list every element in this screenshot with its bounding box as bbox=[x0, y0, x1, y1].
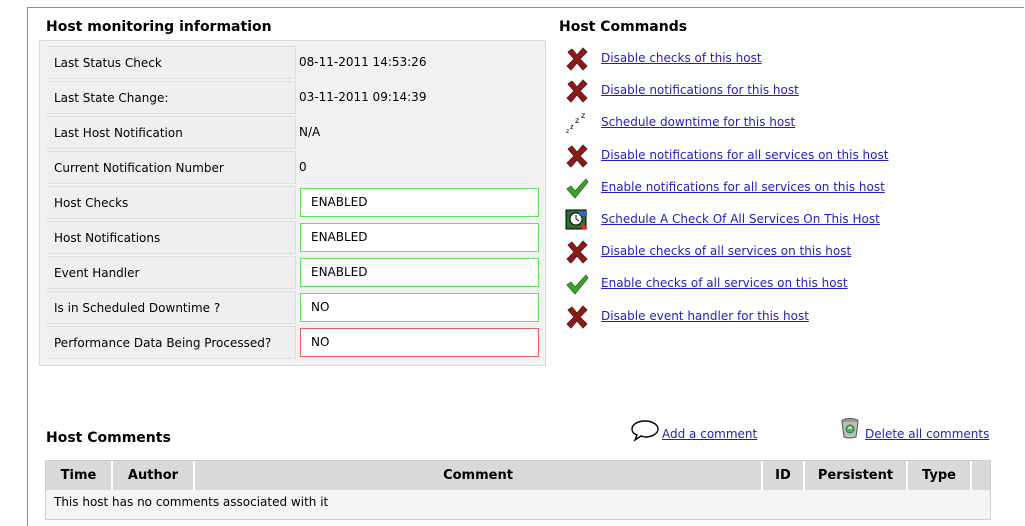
monitoring-row: Host Notifications ENABLED bbox=[40, 221, 545, 254]
command-link[interactable]: Schedule downtime for this host bbox=[601, 115, 795, 129]
sleep-zzz-icon[interactable]: zzzz bbox=[565, 111, 589, 135]
monitoring-row-value: NO bbox=[300, 328, 539, 357]
column-header-id[interactable]: ID bbox=[763, 461, 805, 490]
monitoring-row-value: 0 bbox=[299, 160, 307, 174]
command-link[interactable]: Disable checks of all services on this h… bbox=[601, 244, 851, 258]
svg-text:z: z bbox=[566, 128, 569, 135]
monitoring-table: Last Status Check 08-11-2011 14:53:26 Last… bbox=[39, 40, 546, 366]
red-x-icon[interactable] bbox=[565, 144, 589, 168]
command-item[interactable]: Disable checks of all services on this h… bbox=[565, 240, 985, 264]
monitoring-row: Last Status Check 08-11-2011 14:53:26 bbox=[40, 46, 545, 79]
command-item[interactable]: Disable notifications for this host bbox=[565, 79, 985, 103]
monitoring-row: Host Checks ENABLED bbox=[40, 186, 545, 219]
trash-icon[interactable] bbox=[838, 416, 862, 440]
column-header-type[interactable]: Type bbox=[908, 461, 972, 490]
command-link[interactable]: Schedule A Check Of All Services On This… bbox=[601, 212, 880, 226]
command-link[interactable]: Disable notifications for all services o… bbox=[601, 148, 888, 162]
green-check-icon[interactable] bbox=[565, 272, 589, 296]
green-check-icon[interactable] bbox=[565, 176, 589, 200]
monitoring-row: Event Handler ENABLED bbox=[40, 256, 545, 289]
no-comments-message: This host has no comments associated wit… bbox=[54, 495, 329, 509]
command-link[interactable]: Disable notifications for this host bbox=[601, 83, 799, 97]
monitoring-row-label: Current Notification Number bbox=[47, 151, 296, 184]
monitoring-row-label: Host Notifications bbox=[47, 221, 296, 254]
column-header-spacer bbox=[972, 461, 990, 490]
monitoring-row-value: 03-11-2011 09:14:39 bbox=[299, 90, 427, 104]
monitoring-row-value: ENABLED bbox=[300, 223, 539, 252]
column-header-persistent[interactable]: Persistent bbox=[805, 461, 908, 490]
monitoring-row-label: Event Handler bbox=[47, 256, 296, 289]
monitoring-row: Last Host Notification N/A bbox=[40, 116, 545, 149]
delete-all-comments-link[interactable]: Delete all comments bbox=[865, 427, 989, 441]
svg-text:z: z bbox=[575, 116, 579, 125]
commands-title: Host Commands bbox=[559, 19, 688, 35]
monitoring-row: Is in Scheduled Downtime ? NO bbox=[40, 291, 545, 324]
red-x-icon[interactable] bbox=[565, 240, 589, 264]
monitoring-row-value: 08-11-2011 14:53:26 bbox=[299, 55, 427, 69]
comments-title: Host Comments bbox=[46, 430, 171, 446]
command-link[interactable]: Disable event handler for this host bbox=[601, 309, 809, 323]
command-item[interactable]: Schedule A Check Of All Services On This… bbox=[565, 208, 985, 232]
monitoring-row-value: ENABLED bbox=[300, 258, 539, 287]
monitoring-row-value: NO bbox=[300, 293, 539, 322]
red-x-icon[interactable] bbox=[565, 47, 589, 71]
monitoring-row-value: N/A bbox=[299, 125, 321, 139]
command-link[interactable]: Enable notifications for all services on… bbox=[601, 180, 885, 194]
monitoring-row-label: Host Checks bbox=[47, 186, 296, 219]
command-link[interactable]: Enable checks of all services on this ho… bbox=[601, 276, 848, 290]
command-item[interactable]: z z z z Schedule downtime for this host bbox=[565, 111, 985, 135]
monitoring-row: Last State Change: 03-11-2011 09:14:39 bbox=[40, 81, 545, 114]
monitoring-row-label: Last State Change: bbox=[47, 81, 296, 114]
monitoring-row: Current Notification Number 0 bbox=[40, 151, 545, 184]
red-x-icon[interactable] bbox=[565, 79, 589, 103]
monitoring-row-value: ENABLED bbox=[300, 188, 539, 217]
monitoring-row-label: Performance Data Being Processed? bbox=[47, 326, 296, 359]
monitoring-row-label: Is in Scheduled Downtime ? bbox=[47, 291, 296, 324]
command-item[interactable]: Disable notifications for all services o… bbox=[565, 144, 985, 168]
red-x-icon[interactable] bbox=[565, 305, 589, 329]
command-item[interactable]: Disable event handler for this host bbox=[565, 305, 985, 329]
monitoring-title: Host monitoring information bbox=[46, 19, 272, 35]
svg-text:z: z bbox=[570, 123, 574, 131]
add-comment-link[interactable]: Add a comment bbox=[662, 427, 757, 441]
column-header-comment[interactable]: Comment bbox=[195, 461, 763, 490]
monitoring-row-label: Last Host Notification bbox=[47, 116, 296, 149]
command-item[interactable]: Disable checks of this host bbox=[565, 47, 985, 71]
comments-table: Time Author Comment ID Persistent Type T… bbox=[45, 460, 991, 520]
monitoring-row-label: Last Status Check bbox=[47, 46, 296, 79]
command-item[interactable]: Enable notifications for all services on… bbox=[565, 176, 985, 200]
monitoring-row: Performance Data Being Processed? NO bbox=[40, 326, 545, 359]
command-link[interactable]: Disable checks of this host bbox=[601, 51, 762, 65]
schedule-check-icon[interactable] bbox=[565, 208, 589, 232]
column-header-time[interactable]: Time bbox=[46, 461, 113, 490]
speech-bubble-icon[interactable] bbox=[630, 418, 660, 442]
command-item[interactable]: Enable checks of all services on this ho… bbox=[565, 272, 985, 296]
svg-text:z: z bbox=[581, 111, 585, 120]
column-header-author[interactable]: Author bbox=[113, 461, 195, 490]
